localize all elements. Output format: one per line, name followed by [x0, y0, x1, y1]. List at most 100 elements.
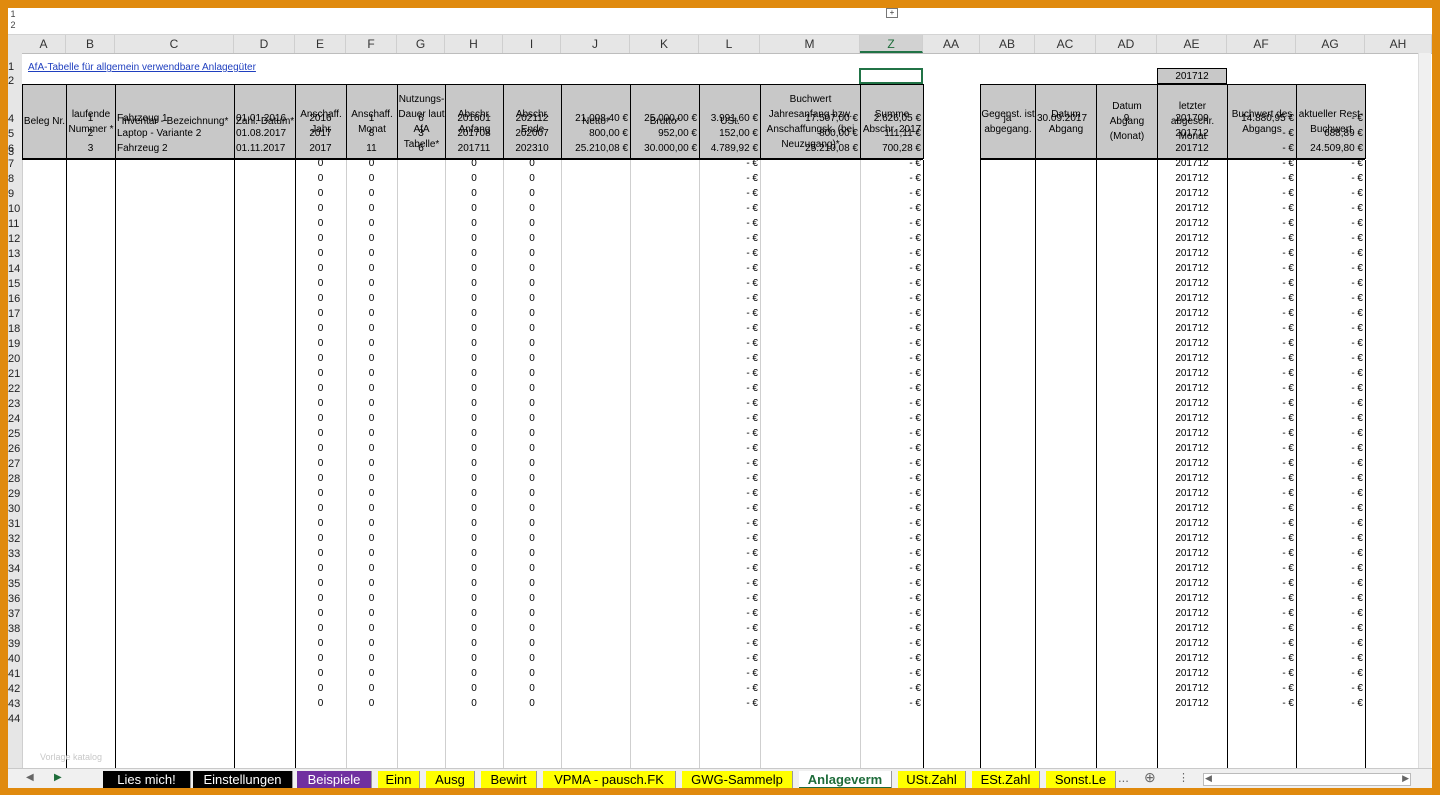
sheet-tab-sonst-le[interactable]: Sonst.Le: [1046, 771, 1116, 788]
cell-af[interactable]: - €: [1229, 353, 1294, 367]
sheet-tab-beispiele[interactable]: Beispiele: [297, 771, 372, 788]
cell-e[interactable]: 2016: [297, 113, 344, 127]
row-number[interactable]: 44: [8, 713, 20, 725]
cell-h[interactable]: 0: [447, 638, 501, 652]
cell-ae[interactable]: 201712: [1159, 413, 1225, 427]
vertical-scrollbar[interactable]: [1418, 53, 1431, 768]
row-number[interactable]: 22: [8, 383, 20, 395]
cell-ag[interactable]: - €: [1298, 113, 1363, 127]
cell-f[interactable]: 0: [348, 593, 395, 607]
row-number[interactable]: 41: [8, 668, 20, 680]
cell-h[interactable]: 0: [447, 503, 501, 517]
cell-h[interactable]: 0: [447, 443, 501, 457]
cell-af[interactable]: - €: [1229, 218, 1294, 232]
cell-i[interactable]: 0: [505, 473, 559, 487]
cell-e[interactable]: 0: [297, 248, 344, 262]
cell-af[interactable]: - €: [1229, 143, 1294, 157]
cell-e[interactable]: 0: [297, 533, 344, 547]
cell-ae[interactable]: 201712: [1159, 173, 1225, 187]
scroll-tabs-right-icon[interactable]: ▶: [54, 772, 62, 783]
cell-af[interactable]: 14.880,95 €: [1229, 113, 1294, 127]
cell-f[interactable]: 11: [348, 143, 395, 157]
cell-f[interactable]: 8: [348, 128, 395, 142]
row-number[interactable]: 26: [8, 443, 20, 455]
cell-ag[interactable]: - €: [1298, 218, 1363, 232]
cell-i[interactable]: 0: [505, 668, 559, 682]
cell-b[interactable]: 3: [68, 143, 113, 157]
cell-ae[interactable]: 201712: [1159, 218, 1225, 232]
cell-h[interactable]: 0: [447, 218, 501, 232]
cell-ag[interactable]: - €: [1298, 338, 1363, 352]
row-number[interactable]: 12: [8, 233, 20, 245]
cell-z[interactable]: 111,11 €: [862, 128, 921, 142]
cell-ag[interactable]: - €: [1298, 473, 1363, 487]
cell-l[interactable]: - €: [701, 458, 758, 472]
cell-z[interactable]: - €: [862, 698, 921, 712]
cell-e[interactable]: 0: [297, 698, 344, 712]
cell-e[interactable]: 0: [297, 218, 344, 232]
cell-e[interactable]: 0: [297, 638, 344, 652]
cell-ag[interactable]: - €: [1298, 263, 1363, 277]
cell-e[interactable]: 0: [297, 488, 344, 502]
cell-ae[interactable]: 201712: [1159, 533, 1225, 547]
cell-af[interactable]: - €: [1229, 488, 1294, 502]
cell-e[interactable]: 0: [297, 263, 344, 277]
cell-h[interactable]: 0: [447, 623, 501, 637]
row-number[interactable]: 39: [8, 638, 20, 650]
cell-ae[interactable]: 201712: [1159, 128, 1225, 142]
cell-e[interactable]: 0: [297, 188, 344, 202]
cell-e[interactable]: 0: [297, 518, 344, 532]
cell-h[interactable]: 0: [447, 353, 501, 367]
cell-z[interactable]: - €: [862, 158, 921, 172]
cell-e[interactable]: 0: [297, 293, 344, 307]
cell-e[interactable]: 0: [297, 668, 344, 682]
cell-i[interactable]: 0: [505, 683, 559, 697]
cell-af[interactable]: - €: [1229, 638, 1294, 652]
row-number[interactable]: 36: [8, 593, 20, 605]
cell-ac[interactable]: 30.09.2017: [1037, 113, 1094, 127]
cell-i[interactable]: 0: [505, 218, 559, 232]
cell-l[interactable]: - €: [701, 248, 758, 262]
cell-h[interactable]: 201601: [447, 113, 501, 127]
row-number[interactable]: 37: [8, 608, 20, 620]
cell-z[interactable]: - €: [862, 338, 921, 352]
cell-z[interactable]: - €: [862, 203, 921, 217]
cell-af[interactable]: - €: [1229, 428, 1294, 442]
cell-ae[interactable]: 201712: [1159, 293, 1225, 307]
cell-l[interactable]: - €: [701, 683, 758, 697]
sheet-tab-est-zahl[interactable]: ESt.Zahl: [972, 771, 1040, 788]
cell-af[interactable]: - €: [1229, 518, 1294, 532]
cell-e[interactable]: 0: [297, 563, 344, 577]
cell-l[interactable]: - €: [701, 488, 758, 502]
cell-h[interactable]: 0: [447, 233, 501, 247]
cell-e[interactable]: 0: [297, 443, 344, 457]
cell-af[interactable]: - €: [1229, 398, 1294, 412]
cell-f[interactable]: 0: [348, 323, 395, 337]
cell-g[interactable]: 6: [399, 143, 443, 157]
sheet-tab-ausg[interactable]: Ausg: [426, 771, 475, 788]
cell-l[interactable]: 152,00 €: [701, 128, 758, 142]
cell-ag[interactable]: - €: [1298, 383, 1363, 397]
cell-ae[interactable]: 201712: [1159, 503, 1225, 517]
cell-f[interactable]: 0: [348, 668, 395, 682]
cell-h[interactable]: 0: [447, 593, 501, 607]
cell-e[interactable]: 0: [297, 368, 344, 382]
cell-af[interactable]: - €: [1229, 233, 1294, 247]
cell-f[interactable]: 0: [348, 263, 395, 277]
cell-l[interactable]: - €: [701, 503, 758, 517]
cell-b[interactable]: 2: [68, 128, 113, 142]
cell-h[interactable]: 0: [447, 533, 501, 547]
cell-ae[interactable]: 201712: [1159, 143, 1225, 157]
scroll-tabs-left-icon[interactable]: ◀: [26, 772, 34, 783]
cell-g[interactable]: 3: [399, 128, 443, 142]
cell-i[interactable]: 0: [505, 593, 559, 607]
cell-l[interactable]: - €: [701, 653, 758, 667]
cell-af[interactable]: - €: [1229, 413, 1294, 427]
cell-l[interactable]: - €: [701, 668, 758, 682]
cell-f[interactable]: 0: [348, 278, 395, 292]
row-number[interactable]: 34: [8, 563, 20, 575]
cell-af[interactable]: - €: [1229, 188, 1294, 202]
row-number[interactable]: 35: [8, 578, 20, 590]
cell-af[interactable]: - €: [1229, 383, 1294, 397]
cell-ae[interactable]: 201712: [1159, 458, 1225, 472]
